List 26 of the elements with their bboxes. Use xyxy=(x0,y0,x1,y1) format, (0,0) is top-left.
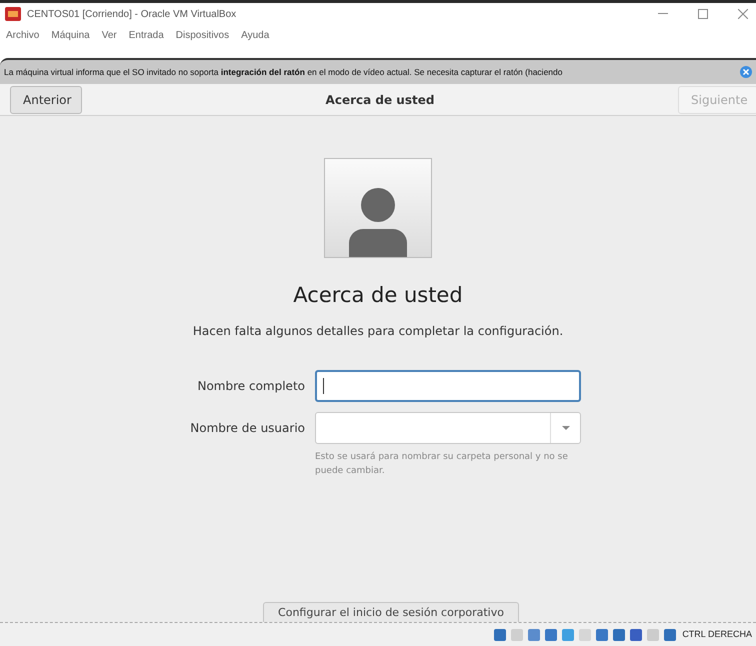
page-title: Acerca de usted xyxy=(326,92,434,108)
menu-item[interactable]: Ayuda xyxy=(241,28,270,42)
user-silhouette-icon xyxy=(349,185,407,257)
notification-text: La máquina virtual informa que el SO invitado no soporta integración del ratón en el modo de vídeo actual. Se necesita capturar el ratón (haciendo xyxy=(4,66,562,78)
menu-item[interactable]: Dispositivos xyxy=(176,28,230,42)
close-icon[interactable] xyxy=(740,66,752,78)
heading: Acerca de usted xyxy=(293,282,463,309)
app-icon xyxy=(5,7,21,21)
host-key-label: CTRL DERECHA xyxy=(682,628,752,641)
maximize-icon[interactable] xyxy=(698,9,708,19)
input-field[interactable] xyxy=(315,370,581,402)
menu-item[interactable]: Ver xyxy=(102,28,117,42)
subtitle: Hacen falta algunos detalles para completar la configuración. xyxy=(192,322,564,340)
dropdown-arrow-icon[interactable] xyxy=(562,426,570,430)
window-title: CENTOS01 [Corriendo] - Oracle VM VirtualBox xyxy=(27,8,236,22)
field-label: Nombre de usuario xyxy=(189,420,306,436)
menu-item[interactable]: Archivo xyxy=(6,28,40,42)
hint-text: Esto se usará para nombrar su carpeta personal y no se puede cambiar. xyxy=(315,450,569,478)
menu-item[interactable]: Máquina xyxy=(51,28,90,42)
close-icon[interactable] xyxy=(738,9,748,19)
back-button[interactable]: Anterior xyxy=(10,86,82,114)
corporate-login-button[interactable]: Configurar el inicio de sesión corporativo xyxy=(263,602,519,622)
field-label: Nombre completo xyxy=(196,378,306,394)
minimize-icon[interactable] xyxy=(658,13,668,15)
avatar-frame[interactable] xyxy=(324,158,432,258)
menu-item[interactable]: Entrada xyxy=(128,28,164,42)
